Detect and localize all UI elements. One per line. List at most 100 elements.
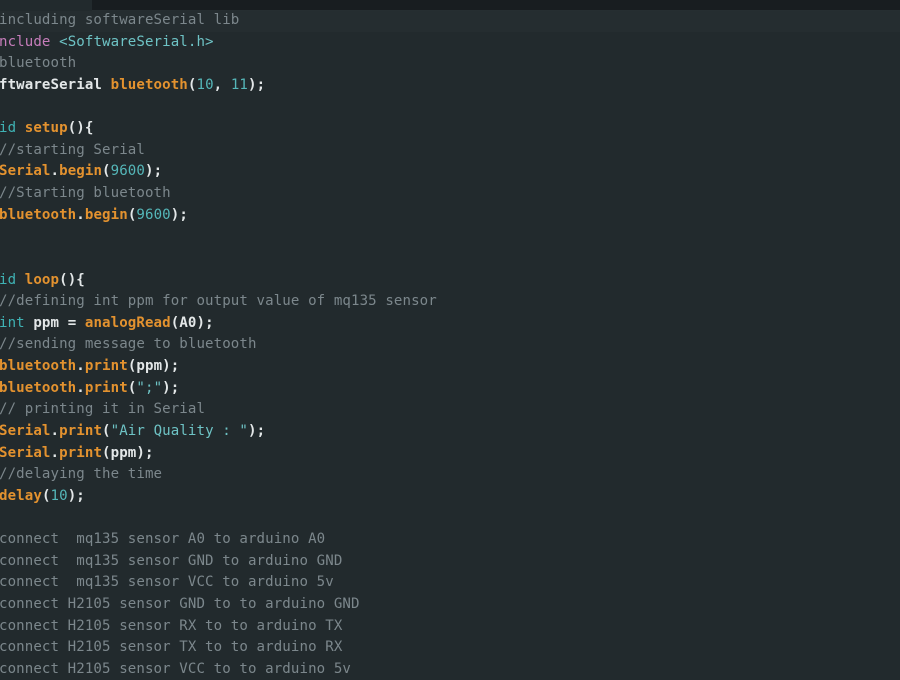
code-line[interactable]: id setup(){	[0, 118, 900, 140]
code-token-func: print	[59, 444, 103, 461]
code-line[interactable]: delay(10);	[0, 486, 900, 508]
code-token-number: 11	[230, 76, 248, 93]
code-line[interactable]: nclude <SoftwareSerial.h>	[0, 32, 900, 54]
code-line[interactable]	[0, 507, 900, 529]
code-line[interactable]: bluetooth.begin(9600);	[0, 205, 900, 227]
code-line[interactable]: //delaying the time	[0, 464, 900, 486]
code-token-func: analogRead	[84, 314, 171, 331]
code-token-bold: );	[170, 206, 188, 223]
code-line[interactable]: Serial.print("Air Quality : ");	[0, 421, 900, 443]
code-line[interactable]	[0, 226, 900, 248]
code-token-func: bluetooth	[0, 358, 77, 374]
code-token-bold: (){	[67, 120, 94, 137]
code-token-string: ";"	[136, 379, 163, 396]
code-token-comment: connect mq135 sensor VCC to arduino 5v	[0, 574, 334, 591]
code-line[interactable]: connect H2105 sensor TX to to arduino RX	[0, 637, 900, 659]
code-token-bold: .	[76, 379, 85, 396]
code-token-bold: (A0);	[170, 314, 214, 331]
code-token-number: 10	[50, 487, 68, 504]
code-token-bold: .	[50, 163, 60, 180]
code-token-comment: connect H2105 sensor RX to to arduino TX	[0, 617, 343, 634]
code-token-func: begin	[84, 206, 128, 223]
code-line[interactable]	[0, 248, 900, 270]
code-line[interactable]: //sending message to bluetooth	[0, 334, 900, 356]
code-token-string: <SoftwareSerial.h>	[59, 33, 214, 50]
code-token-bold: ftwareSerial	[0, 76, 111, 93]
code-editor[interactable]: including softwareSerial lib nclude <Soft…	[0, 10, 900, 680]
code-token-bold: (ppm);	[102, 444, 154, 461]
code-token-comment: connect mq135 sensor A0 to arduino A0	[0, 531, 326, 547]
code-token-bold: ppm =	[24, 314, 85, 331]
code-token-func: Serial	[0, 444, 51, 461]
code-token-comment: //sending message to bluetooth	[0, 336, 257, 353]
code-line[interactable]: Serial.print(ppm);	[0, 443, 900, 465]
code-line[interactable]: bluetooth.print(ppm);	[0, 356, 900, 378]
code-line[interactable]: including softwareSerial lib	[0, 10, 900, 32]
code-line[interactable]: // printing it in Serial	[0, 399, 900, 421]
code-token-bold: (	[41, 487, 51, 504]
code-token-comment: connect H2105 sensor TX to to arduino RX	[0, 639, 343, 656]
code-line[interactable]: connect mq135 sensor GND to arduino GND	[0, 551, 900, 573]
code-token-comment: //starting Serial	[0, 141, 145, 158]
code-token-func: delay	[0, 487, 42, 504]
code-token-bold: (){	[59, 271, 85, 288]
code-token-func: print	[84, 379, 128, 396]
code-token-bold: );	[162, 379, 180, 396]
code-line[interactable]: connect H2105 sensor RX to to arduino TX	[0, 616, 900, 638]
code-line[interactable]: connect H2105 sensor VCC to to arduino 5…	[0, 659, 900, 680]
code-line[interactable]: bluetooth.print(";");	[0, 378, 900, 400]
code-token-comment: //Starting bluetooth	[0, 185, 171, 201]
code-token-bold: .	[76, 358, 85, 374]
code-line[interactable]: //defining int ppm for output value of m…	[0, 291, 900, 313]
code-token-bold: .	[50, 444, 60, 461]
code-token-comment: connect H2105 sensor GND to to arduino G…	[0, 595, 360, 612]
code-token-func: print	[84, 358, 128, 374]
code-line[interactable]: connect mq135 sensor A0 to arduino A0	[0, 529, 900, 551]
code-token-func: bluetooth	[0, 379, 77, 396]
code-token-comment: bluetooth	[0, 55, 77, 72]
code-line[interactable]: //Starting bluetooth	[0, 183, 900, 205]
code-token-number: 9600	[110, 163, 145, 180]
code-token-bold: );	[248, 422, 266, 439]
code-token-bold: .	[76, 206, 85, 223]
code-line[interactable]: connect H2105 sensor GND to to arduino G…	[0, 594, 900, 616]
code-line[interactable]: connect mq135 sensor VCC to arduino 5v	[0, 572, 900, 594]
code-token-bold: ,	[213, 76, 231, 93]
code-line[interactable]: ftwareSerial bluetooth(10, 11);	[0, 75, 900, 97]
code-line[interactable]: bluetooth	[0, 53, 900, 75]
code-token-bold: );	[144, 163, 163, 180]
code-token-type: id	[0, 271, 17, 288]
code-token-func: bluetooth	[110, 76, 188, 93]
code-token-func: print	[59, 422, 103, 439]
code-token-comment: //defining int ppm for output value of m…	[0, 293, 437, 310]
code-token-bold: (	[102, 163, 111, 180]
code-token-comment: connect H2105 sensor VCC to to arduino 5…	[0, 660, 351, 677]
code-token-func: begin	[59, 163, 103, 180]
code-token-type: int	[0, 314, 25, 331]
code-token-bold: );	[248, 76, 266, 93]
code-token-number: 10	[196, 76, 214, 93]
code-line[interactable]	[0, 97, 900, 119]
code-token-bold: (	[102, 422, 111, 439]
code-token-func: Serial	[0, 163, 51, 180]
code-token-func: setup	[24, 120, 68, 137]
code-token-bold: .	[50, 422, 60, 439]
code-token-func: loop	[24, 271, 60, 288]
code-token-func: Serial	[0, 422, 51, 439]
code-line[interactable]: //starting Serial	[0, 140, 900, 162]
code-token-func: bluetooth	[0, 206, 77, 223]
code-token-comment: connect mq135 sensor GND to arduino GND	[0, 552, 343, 569]
code-line[interactable]: id loop(){	[0, 270, 900, 292]
code-token-comment: //delaying the time	[0, 466, 163, 483]
code-token-bold: );	[67, 487, 85, 504]
code-token-string: "Air Quality : "	[110, 422, 249, 439]
code-line[interactable]: Serial.begin(9600);	[0, 161, 900, 183]
code-token-bold: (ppm);	[127, 358, 180, 374]
code-token-comment: // printing it in Serial	[0, 401, 206, 418]
code-line[interactable]: int ppm = analogRead(A0);	[0, 313, 900, 335]
code-token-keyword: nclude	[0, 33, 51, 50]
code-token-number: 9600	[136, 206, 171, 223]
